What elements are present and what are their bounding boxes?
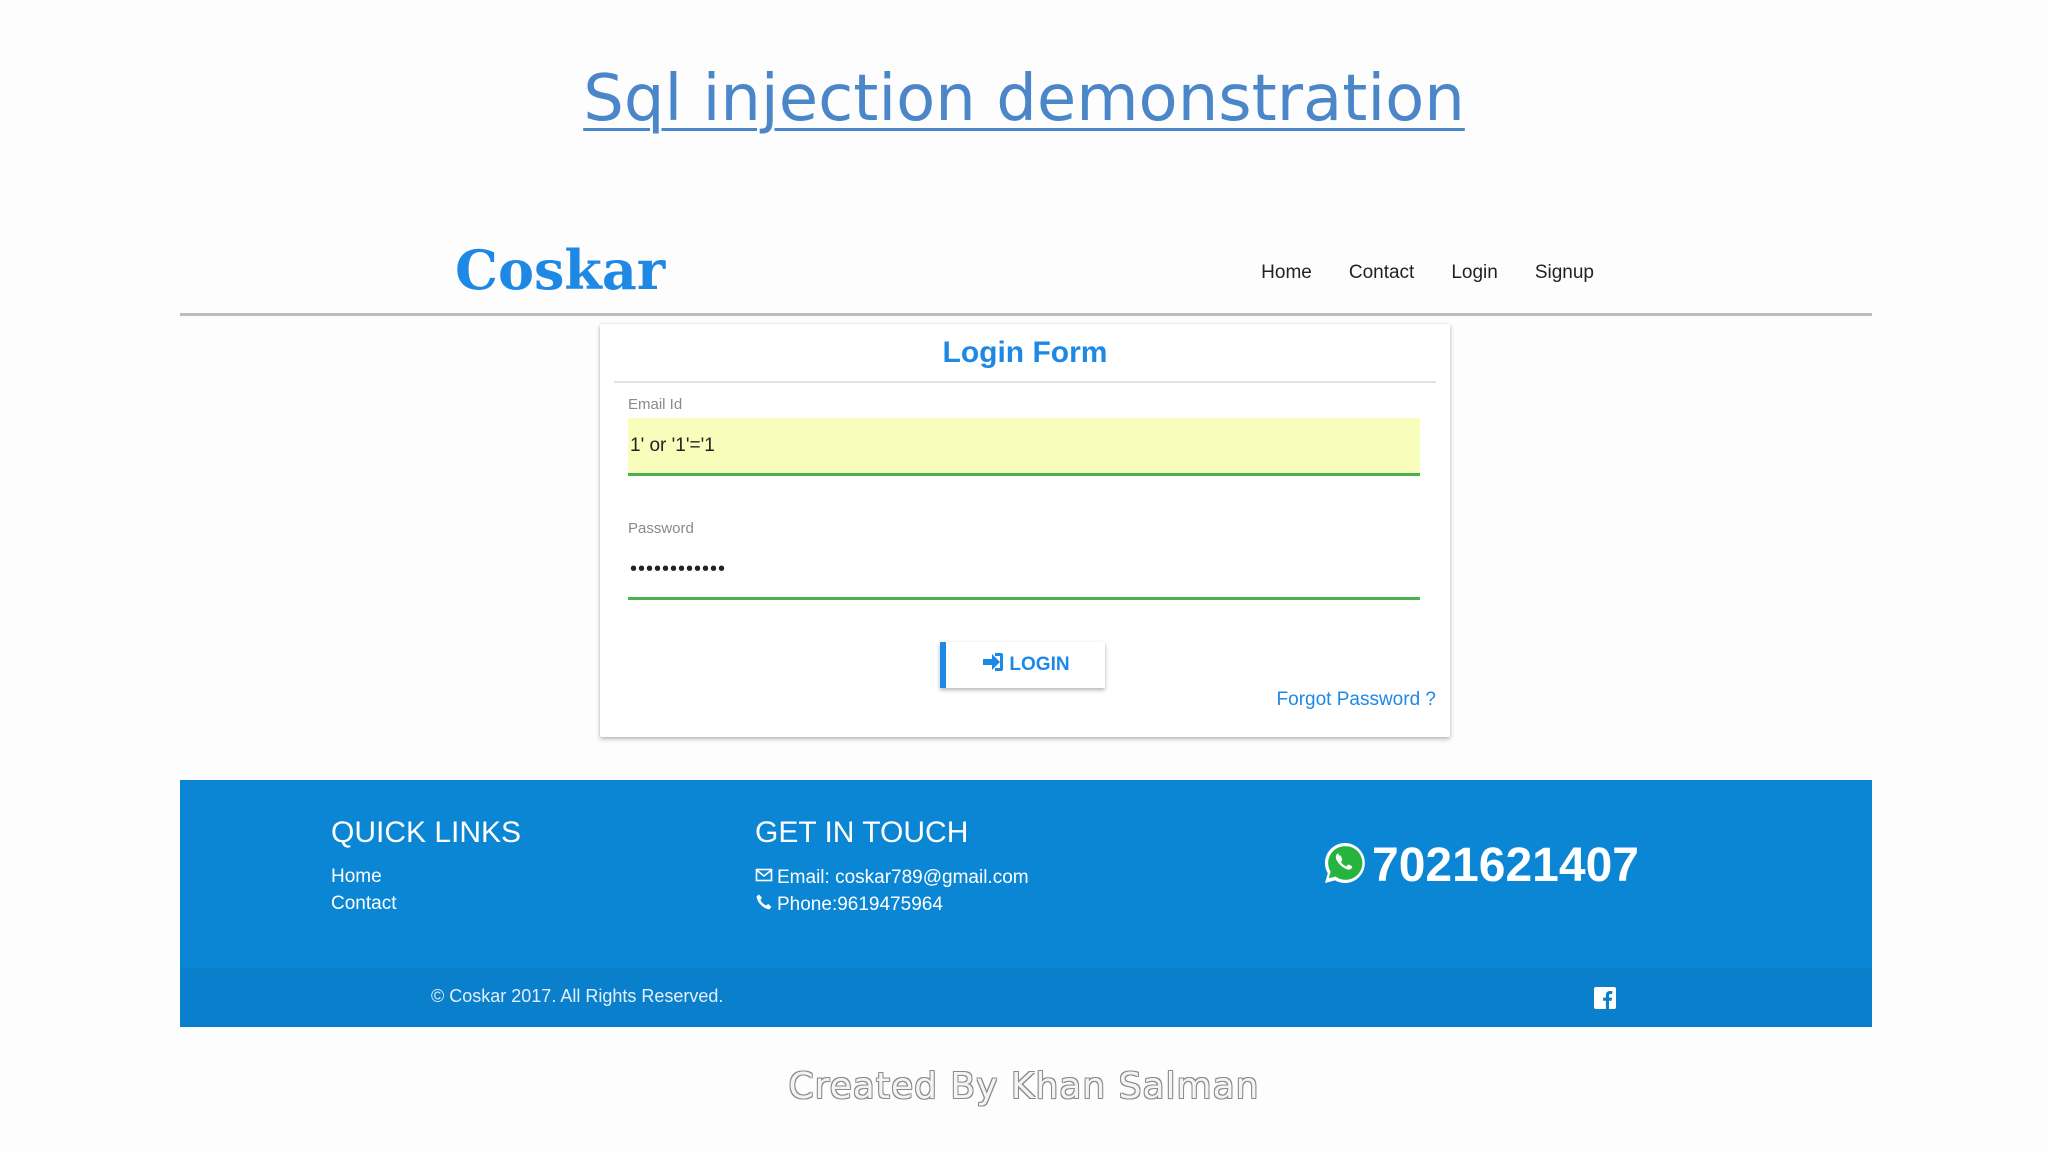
main-nav: Home Contact Login Signup bbox=[1261, 262, 1594, 284]
whatsapp-number: 7021621407 bbox=[1372, 839, 1639, 892]
email-input[interactable] bbox=[628, 418, 1420, 476]
quick-links-heading: QUICK LINKS bbox=[331, 816, 522, 849]
slide-title: Sql injection demonstration bbox=[583, 62, 1465, 136]
brand-logo[interactable]: Coskar bbox=[455, 238, 665, 302]
login-button-label: LOGIN bbox=[1009, 654, 1070, 675]
contact-phone-text: Phone:9619475964 bbox=[777, 894, 943, 915]
copyright-text: © Coskar 2017. All Rights Reserved. bbox=[431, 986, 724, 1006]
password-input[interactable] bbox=[628, 542, 1420, 600]
login-form-title: Login Form bbox=[942, 336, 1108, 369]
email-label: Email Id bbox=[628, 396, 683, 413]
nav-home[interactable]: Home bbox=[1261, 262, 1312, 284]
forgot-password-link[interactable]: Forgot Password ? bbox=[1277, 689, 1436, 711]
title-divider bbox=[614, 381, 1436, 383]
credit-text: Created By Khan Salman bbox=[788, 1066, 1260, 1107]
contact-email-text: Email: coskar789@gmail.com bbox=[777, 867, 1029, 888]
nav-contact[interactable]: Contact bbox=[1349, 262, 1414, 284]
get-in-touch-heading: GET IN TOUCH bbox=[755, 816, 969, 849]
nav-login[interactable]: Login bbox=[1451, 262, 1498, 284]
contact-phone: Phone:9619475964 bbox=[755, 893, 943, 917]
password-field-group: Password bbox=[628, 520, 1420, 600]
sign-in-icon bbox=[981, 651, 1005, 679]
password-label: Password bbox=[628, 520, 694, 537]
nav-signup[interactable]: Signup bbox=[1535, 262, 1594, 284]
login-button[interactable]: LOGIN bbox=[940, 642, 1105, 688]
login-card: Login Form Email Id Password LOGIN Forgo… bbox=[600, 324, 1450, 737]
footer-link-contact[interactable]: Contact bbox=[331, 893, 396, 915]
phone-icon bbox=[755, 893, 773, 917]
footer-link-home[interactable]: Home bbox=[331, 866, 382, 888]
footer-bottom-bar: © Coskar 2017. All Rights Reserved. bbox=[180, 968, 1872, 1027]
whatsapp-icon bbox=[1322, 840, 1368, 891]
email-field-group: Email Id bbox=[628, 396, 1420, 476]
envelope-icon bbox=[755, 866, 773, 890]
site-footer: QUICK LINKS Home Contact GET IN TOUCH Em… bbox=[180, 780, 1872, 1027]
website-screenshot: Coskar Home Contact Login Signup Login F… bbox=[180, 232, 1872, 1027]
site-header: Coskar Home Contact Login Signup bbox=[180, 232, 1872, 316]
facebook-icon[interactable] bbox=[1594, 987, 1616, 1009]
contact-email: Email: coskar789@gmail.com bbox=[755, 866, 1029, 890]
whatsapp-contact[interactable]: 7021621407 bbox=[1322, 838, 1639, 893]
